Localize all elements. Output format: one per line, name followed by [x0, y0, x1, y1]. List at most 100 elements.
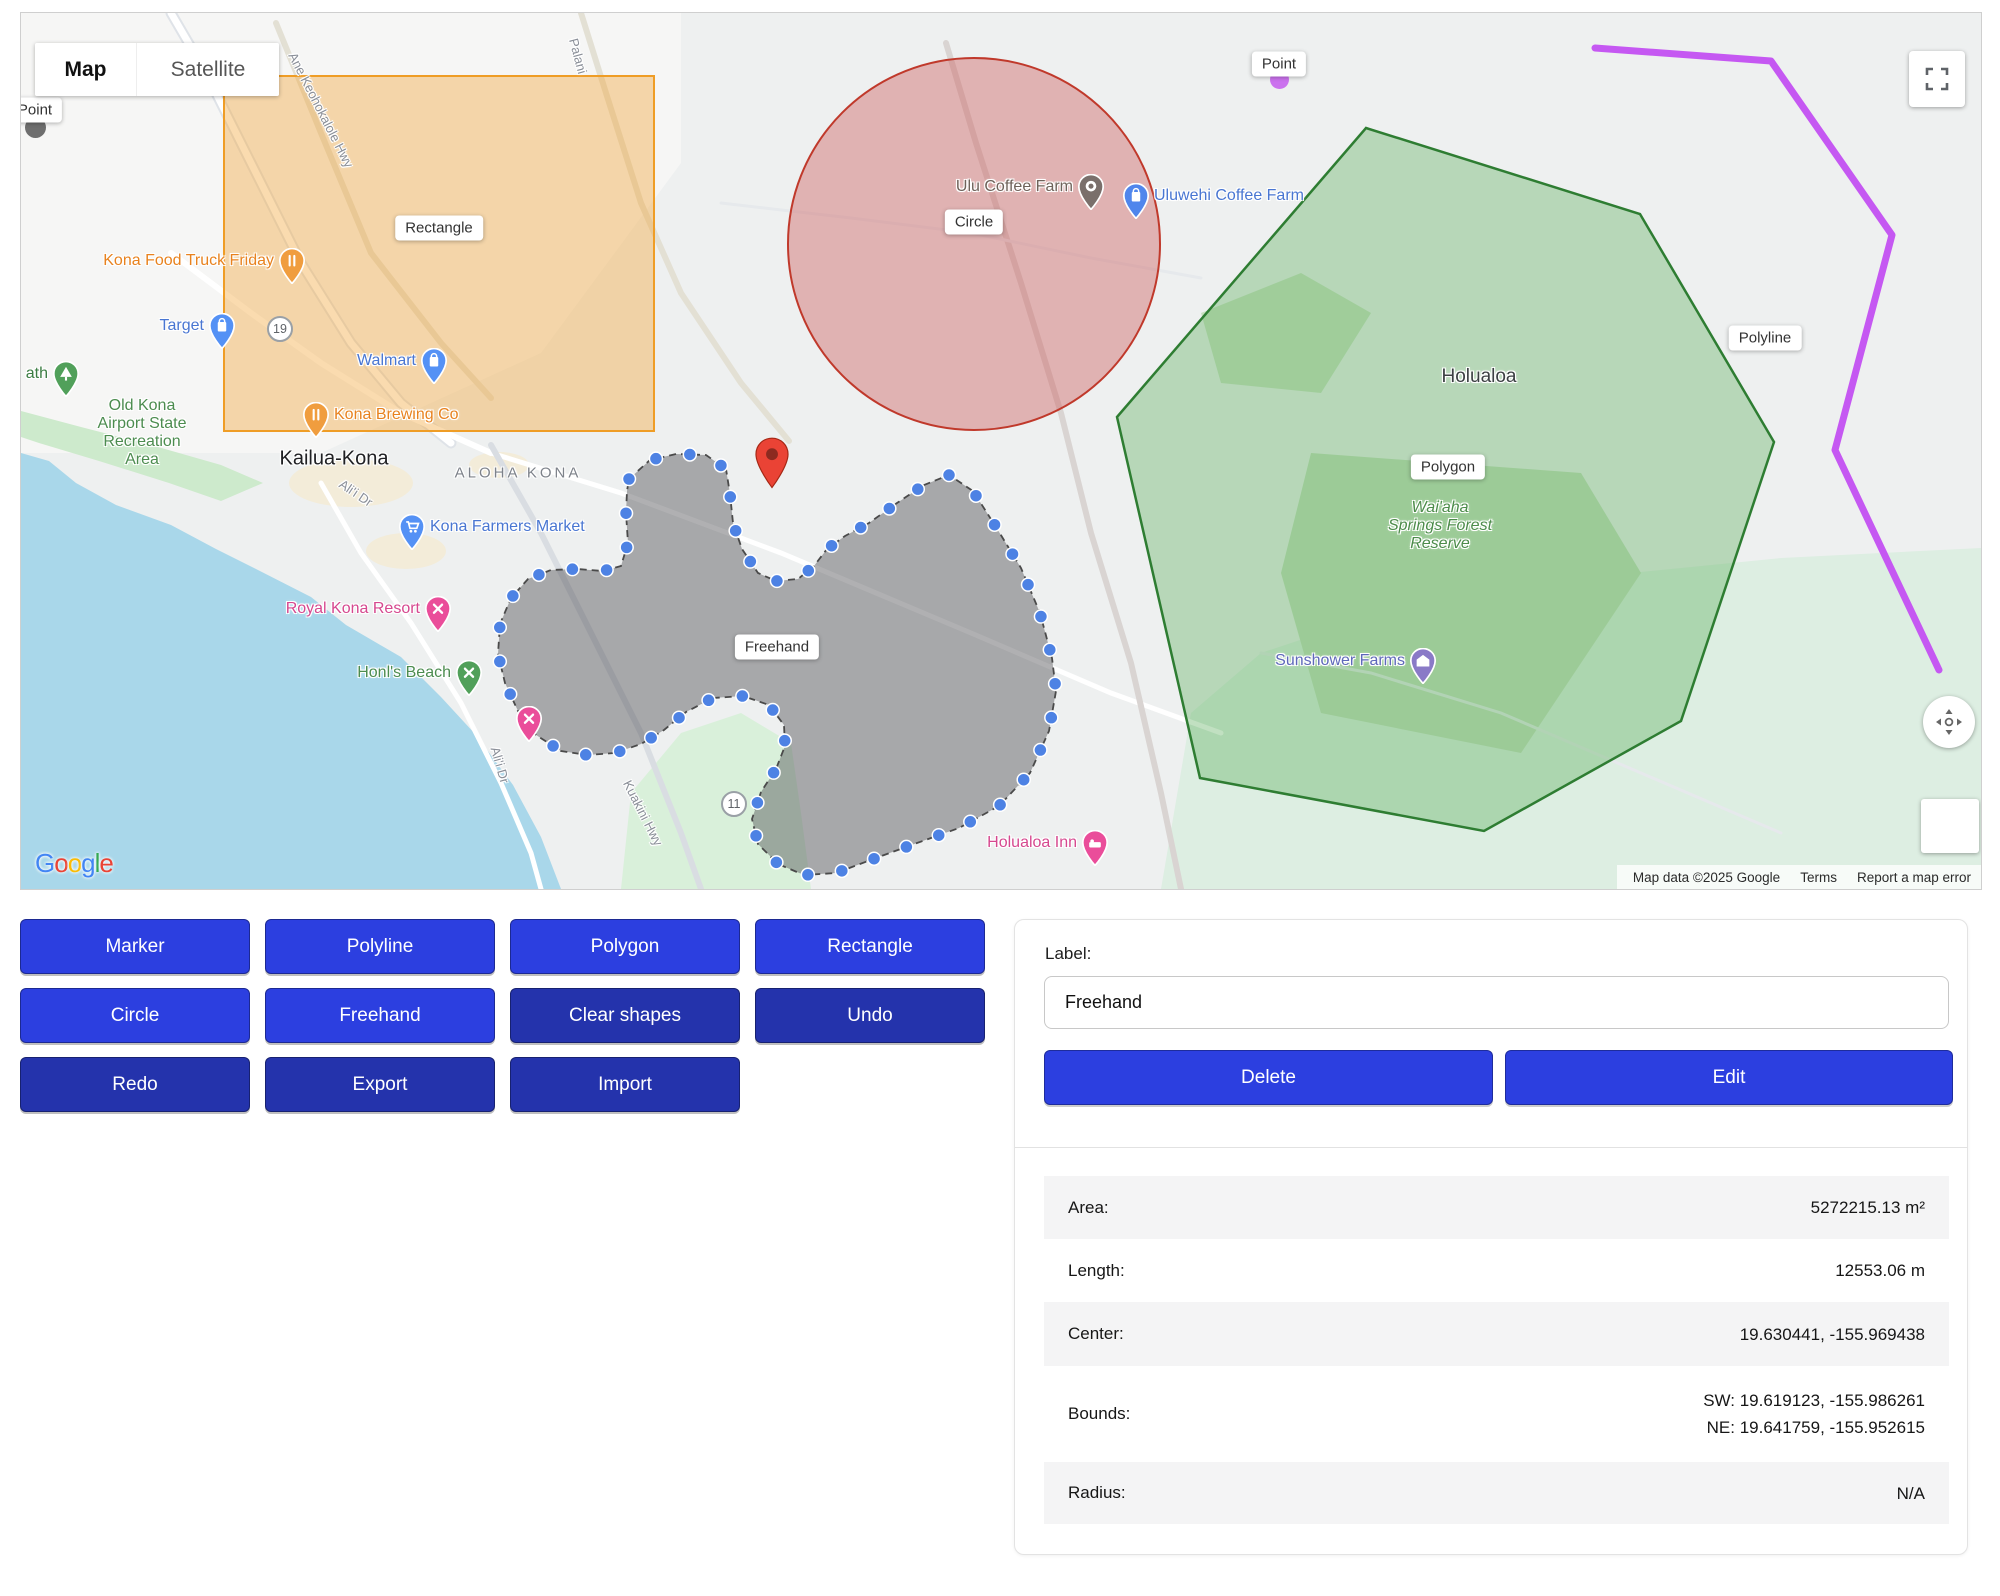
sunshower-farms-marker[interactable] — [1410, 648, 1436, 689]
marker-button[interactable]: Marker — [20, 919, 250, 974]
freehand-vertex-handle[interactable] — [1034, 610, 1047, 623]
rectangle-button[interactable]: Rectangle — [755, 919, 985, 974]
freehand-vertex-handle[interactable] — [493, 621, 506, 634]
freehand-vertex-handle[interactable] — [767, 766, 780, 779]
freehand-vertex-handle[interactable] — [770, 856, 783, 869]
freehand-vertex-handle[interactable] — [801, 868, 814, 881]
freehand-vertex-handle[interactable] — [504, 688, 517, 701]
kona-brewing-co-marker[interactable] — [303, 402, 329, 443]
honls-beach-label[interactable]: Honl's Beach — [357, 664, 451, 682]
freehand-vertex-handle[interactable] — [911, 483, 924, 496]
target-label[interactable]: Target — [160, 317, 204, 335]
freehand-vertex-handle[interactable] — [825, 539, 838, 552]
freehand-vertex-handle[interactable] — [868, 852, 881, 865]
import-button[interactable]: Import — [510, 1057, 740, 1112]
freehand-vertex-handle[interactable] — [493, 655, 506, 668]
holualoa-inn-label[interactable]: Holualoa Inn — [987, 834, 1077, 852]
kona-farmers-market-label[interactable]: Kona Farmers Market — [430, 518, 585, 536]
freehand-vertex-handle[interactable] — [724, 490, 737, 503]
kona-food-truck-friday-label[interactable]: Kona Food Truck Friday — [103, 252, 274, 270]
freehand-vertex-handle[interactable] — [683, 448, 696, 461]
fullscreen-button[interactable] — [1909, 51, 1965, 107]
freehand-vertex-handle[interactable] — [778, 734, 791, 747]
pan-control[interactable] — [1923, 696, 1975, 748]
freehand-vertex-handle[interactable] — [532, 568, 545, 581]
map-button[interactable]: Map — [35, 43, 136, 96]
freehand-vertex-handle[interactable] — [649, 452, 662, 465]
map-canvas[interactable]: Map Satellite — [20, 12, 1982, 890]
freehand-vertex-handle[interactable] — [750, 829, 763, 842]
circle-shape[interactable] — [788, 58, 1160, 430]
holualoa-inn-marker[interactable] — [1082, 830, 1108, 871]
freehand-vertex-handle[interactable] — [751, 796, 764, 809]
freehand-vertex-handle[interactable] — [729, 524, 742, 537]
freehand-vertex-handle[interactable] — [883, 502, 896, 515]
freehand-button[interactable]: Freehand — [265, 988, 495, 1043]
freehand-vertex-handle[interactable] — [900, 840, 913, 853]
kona-food-truck-friday-marker[interactable] — [279, 248, 305, 289]
freehand-vertex-handle[interactable] — [835, 864, 848, 877]
sunshower-farms-label[interactable]: Sunshower Farms — [1275, 652, 1405, 670]
ulu-coffee-farm-marker[interactable] — [1078, 174, 1104, 215]
zoom-control-partial[interactable] — [1921, 799, 1979, 853]
freehand-vertex-handle[interactable] — [579, 748, 592, 761]
freehand-vertex-handle[interactable] — [600, 563, 613, 576]
freehand-vertex-handle[interactable] — [620, 507, 633, 520]
freehand-vertex-handle[interactable] — [714, 459, 727, 472]
terms-link[interactable]: Terms — [1800, 870, 1837, 885]
label-input[interactable] — [1044, 976, 1949, 1029]
export-button[interactable]: Export — [265, 1057, 495, 1112]
target-marker[interactable] — [209, 313, 235, 354]
freehand-vertex-handle[interactable] — [613, 745, 626, 758]
red-marker[interactable] — [754, 437, 790, 489]
walmart-marker[interactable] — [421, 348, 447, 389]
freehand-vertex-handle[interactable] — [547, 739, 560, 752]
freehand-vertex-handle[interactable] — [988, 518, 1001, 531]
satellite-button[interactable]: Satellite — [136, 43, 279, 96]
freehand-vertex-handle[interactable] — [770, 574, 783, 587]
walmart-label[interactable]: Walmart — [357, 352, 416, 370]
freehand-vertex-handle[interactable] — [1034, 744, 1047, 757]
freehand-vertex-handle[interactable] — [702, 694, 715, 707]
report-map-error-link[interactable]: Report a map error — [1857, 870, 1971, 885]
freehand-vertex-handle[interactable] — [620, 541, 633, 554]
freehand-vertex-handle[interactable] — [506, 589, 519, 602]
freehand-vertex-handle[interactable] — [932, 829, 945, 842]
ulu-coffee-farm-label[interactable]: Ulu Coffee Farm — [956, 178, 1073, 196]
clear-shapes-button[interactable]: Clear shapes — [510, 988, 740, 1043]
kona-farmers-market-marker[interactable] — [399, 514, 425, 555]
royal-kona-resort-marker[interactable] — [425, 596, 451, 637]
polyline-button[interactable]: Polyline — [265, 919, 495, 974]
freehand-vertex-handle[interactable] — [1022, 578, 1035, 591]
freehand-vertex-handle[interactable] — [964, 815, 977, 828]
undo-button[interactable]: Undo — [755, 988, 985, 1043]
freehand-vertex-handle[interactable] — [1017, 773, 1030, 786]
freehand-vertex-handle[interactable] — [623, 473, 636, 486]
uluwehi-coffee-farm-marker[interactable] — [1123, 183, 1149, 224]
uluwehi-coffee-farm-label[interactable]: Uluwehi Coffee Farm — [1154, 187, 1304, 205]
freehand-vertex-handle[interactable] — [802, 564, 815, 577]
polygon-button[interactable]: Polygon — [510, 919, 740, 974]
freehand-vertex-handle[interactable] — [1006, 548, 1019, 561]
honls-beach-marker[interactable] — [456, 660, 482, 701]
freehand-vertex-handle[interactable] — [673, 711, 686, 724]
google-logo[interactable]: Google — [35, 848, 113, 879]
freehand-vertex-handle[interactable] — [943, 469, 956, 482]
beach-path-label[interactable]: ath — [26, 365, 48, 383]
delete-button[interactable]: Delete — [1044, 1050, 1493, 1105]
royal-kona-resort-label[interactable]: Royal Kona Resort — [286, 600, 420, 618]
kona-brewing-co-label[interactable]: Kona Brewing Co — [334, 406, 459, 424]
freehand-vertex-handle[interactable] — [970, 489, 983, 502]
freehand-vertex-handle[interactable] — [1049, 677, 1062, 690]
freehand-vertex-handle[interactable] — [1043, 643, 1056, 656]
freehand-vertex-handle[interactable] — [854, 521, 867, 534]
beach-path-marker[interactable] — [53, 361, 79, 402]
freehand-vertex-handle[interactable] — [744, 555, 757, 568]
freehand-vertex-handle[interactable] — [566, 563, 579, 576]
circle-button[interactable]: Circle — [20, 988, 250, 1043]
freehand-vertex-handle[interactable] — [1045, 711, 1058, 724]
redo-button[interactable]: Redo — [20, 1057, 250, 1112]
freehand-vertex-handle[interactable] — [766, 704, 779, 717]
freehand-vertex-handle[interactable] — [736, 690, 749, 703]
edit-button[interactable]: Edit — [1505, 1050, 1953, 1105]
